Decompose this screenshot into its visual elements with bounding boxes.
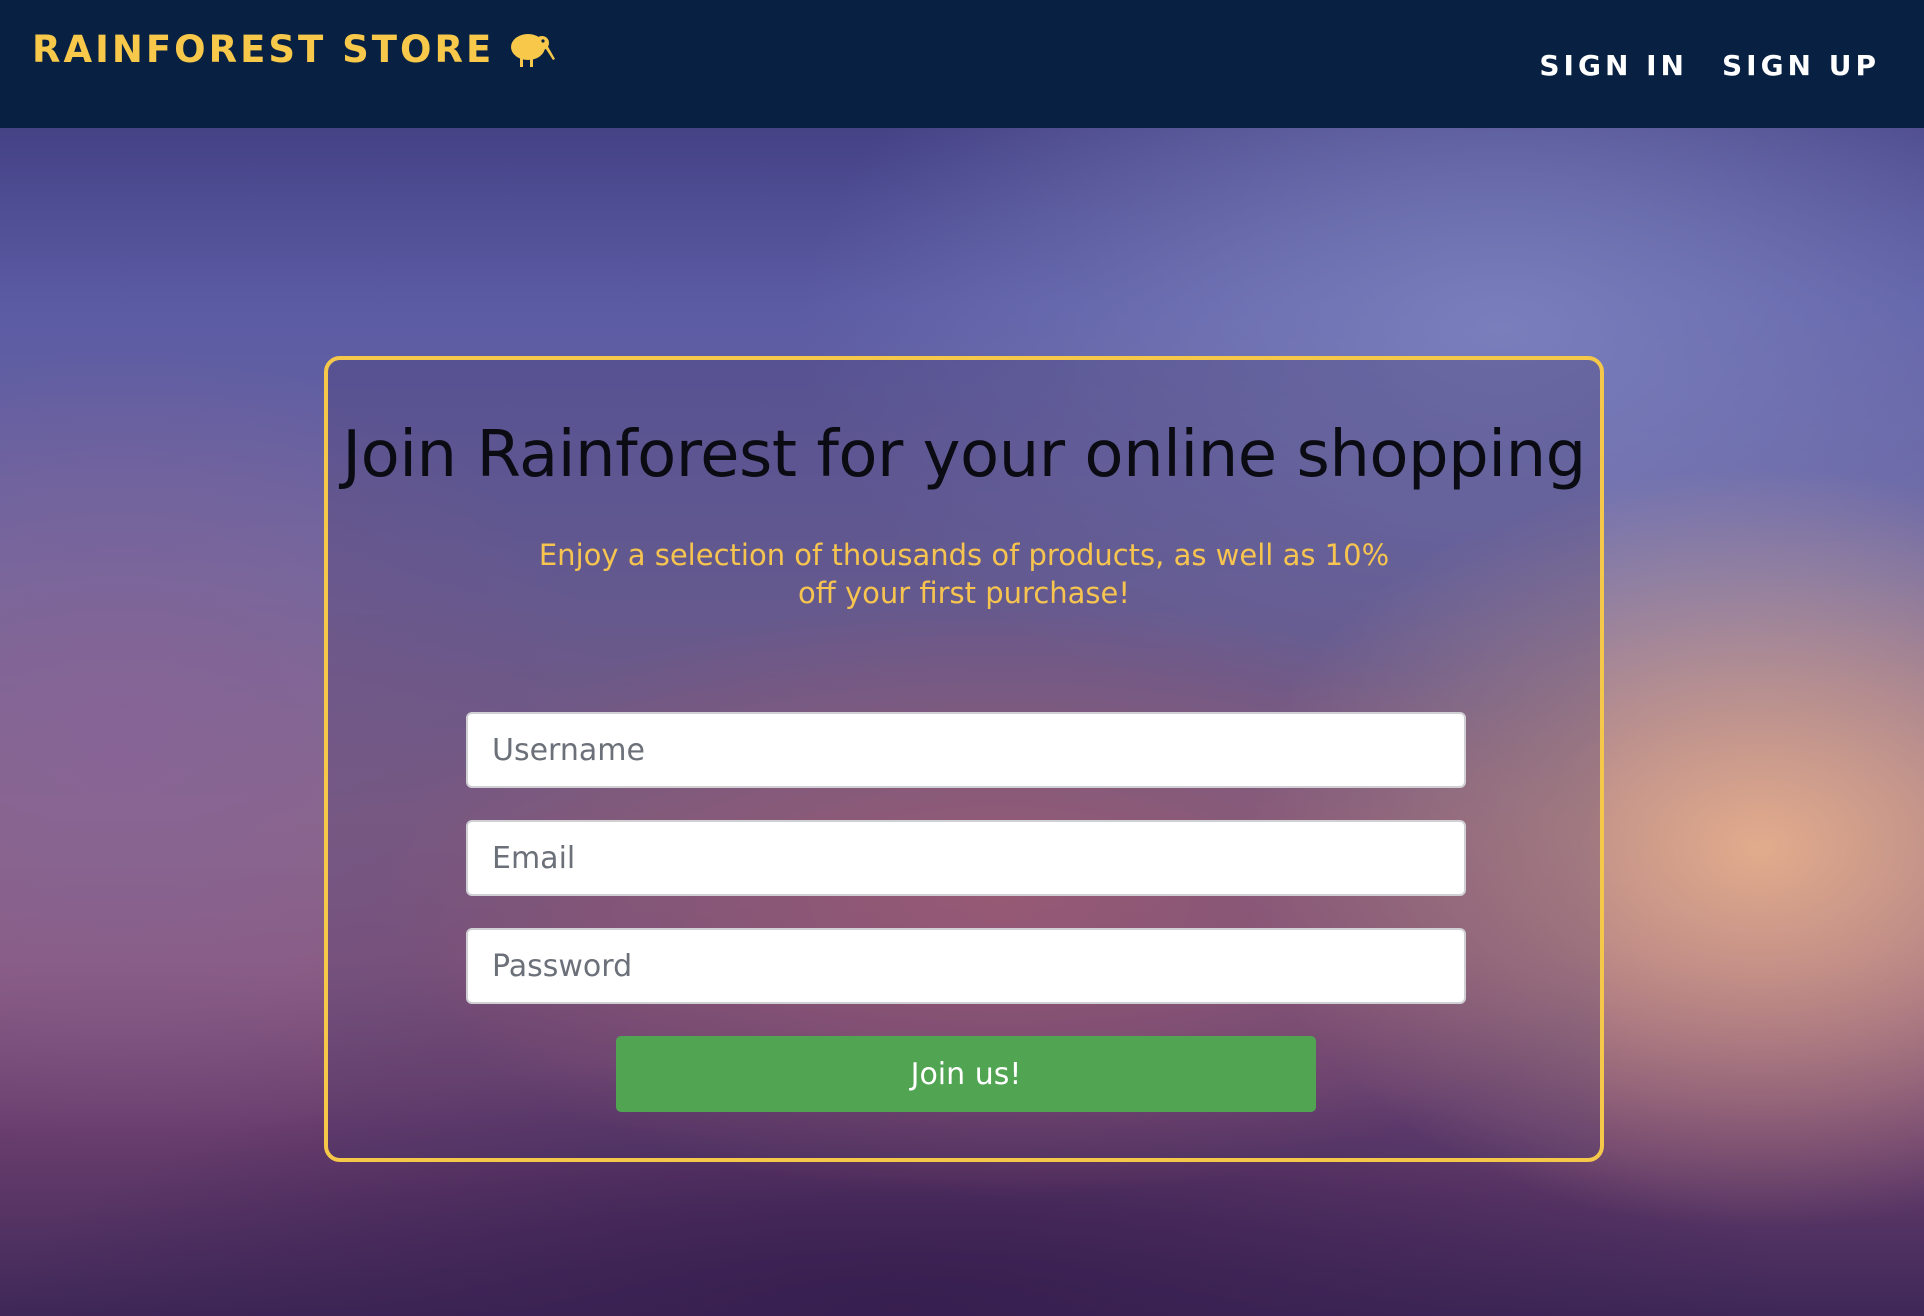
username-input[interactable] [466,712,1466,788]
sign-in-link[interactable]: SIGN IN [1539,44,1688,88]
password-input[interactable] [466,928,1466,1004]
join-us-button[interactable]: Join us! [616,1036,1316,1112]
hero-background: Join Rainforest for your online shopping… [0,128,1924,1316]
brand-logo-link[interactable]: RAINFOREST STORE [32,24,556,74]
top-navbar: RAINFOREST STORE SIGN IN SIGN UP [0,0,1924,128]
nav-links: SIGN IN SIGN UP [1539,44,1880,88]
signup-card: Join Rainforest for your online shopping… [324,356,1604,1162]
signup-title: Join Rainforest for your online shopping [342,418,1586,492]
sign-up-link[interactable]: SIGN UP [1722,44,1880,88]
signup-subtitle: Enjoy a selection of thousands of produc… [538,538,1390,610]
email-input[interactable] [466,820,1466,896]
brand-name: RAINFOREST STORE [32,27,495,71]
kiwi-bird-icon [508,29,556,69]
